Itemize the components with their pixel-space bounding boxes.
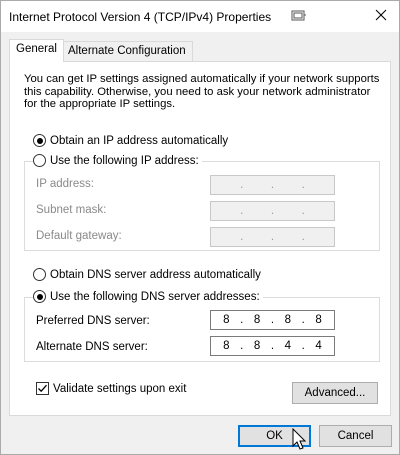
alternate-octet-3: 4 [284, 340, 292, 352]
preferred-dns-field[interactable]: 8.8.8.8 [210, 310, 335, 330]
use-following-dns-option[interactable]: Use the following DNS server addresses: [33, 290, 263, 303]
preferred-octet-4: 8 [315, 314, 322, 326]
use-following-ip-label: Use the following IP address: [50, 154, 199, 167]
window-title: Internet Protocol Version 4 (TCP/IPv4) P… [9, 10, 272, 24]
general-tab-panel: You can get IP settings assigned automat… [9, 61, 391, 416]
obtain-dns-auto-label: Obtain DNS server address automatically [50, 268, 261, 281]
obtain-dns-auto-radio[interactable] [33, 268, 46, 281]
network-adapter-icon [291, 10, 307, 22]
use-following-ip-radio[interactable] [33, 154, 46, 167]
alternate-octet-4: 4 [315, 340, 322, 352]
use-following-dns-radio[interactable] [33, 290, 46, 303]
ip-address-field[interactable]: ... [210, 175, 335, 195]
tab-alternate-configuration[interactable]: Alternate Configuration [61, 41, 193, 61]
use-following-dns-label: Use the following DNS server addresses: [50, 290, 260, 303]
validate-settings-label: Validate settings upon exit [53, 382, 187, 395]
alternate-dns-label: Alternate DNS server: [36, 341, 148, 353]
checkmark-icon [38, 384, 47, 393]
preferred-octet-3: 8 [284, 314, 292, 326]
preferred-octet-2: 8 [253, 314, 261, 326]
alternate-dns-field[interactable]: 8.8.4.4 [210, 336, 335, 356]
use-following-ip-option[interactable]: Use the following IP address: [33, 154, 202, 167]
close-button[interactable] [363, 1, 399, 32]
default-gateway-field[interactable]: ... [210, 227, 335, 247]
obtain-ip-auto-label: Obtain an IP address automatically [50, 134, 229, 147]
preferred-dns-label: Preferred DNS server: [36, 315, 150, 327]
ip-address-label: IP address: [36, 178, 94, 190]
cancel-button[interactable]: Cancel [319, 425, 392, 447]
validate-settings-checkbox[interactable] [36, 382, 49, 395]
alternate-octet-1: 8 [223, 340, 230, 352]
obtain-ip-auto-radio[interactable] [33, 134, 46, 147]
validate-settings-option[interactable]: Validate settings upon exit [36, 382, 186, 395]
obtain-ip-auto-option[interactable]: Obtain an IP address automatically [33, 134, 228, 147]
advanced-button[interactable]: Advanced... [292, 382, 378, 404]
description-text: You can get IP settings assigned automat… [24, 73, 380, 110]
close-icon [375, 9, 387, 24]
default-gateway-label: Default gateway: [36, 230, 122, 242]
subnet-mask-field[interactable]: ... [210, 201, 335, 221]
preferred-octet-1: 8 [223, 314, 230, 326]
obtain-dns-auto-option[interactable]: Obtain DNS server address automatically [33, 268, 261, 281]
ok-button[interactable]: OK [238, 425, 311, 447]
tab-general[interactable]: General [9, 39, 64, 62]
alternate-octet-2: 8 [253, 340, 261, 352]
subnet-mask-label: Subnet mask: [36, 204, 107, 216]
title-bar[interactable]: Internet Protocol Version 4 (TCP/IPv4) P… [1, 1, 399, 32]
dialog-window: Internet Protocol Version 4 (TCP/IPv4) P… [0, 0, 400, 455]
